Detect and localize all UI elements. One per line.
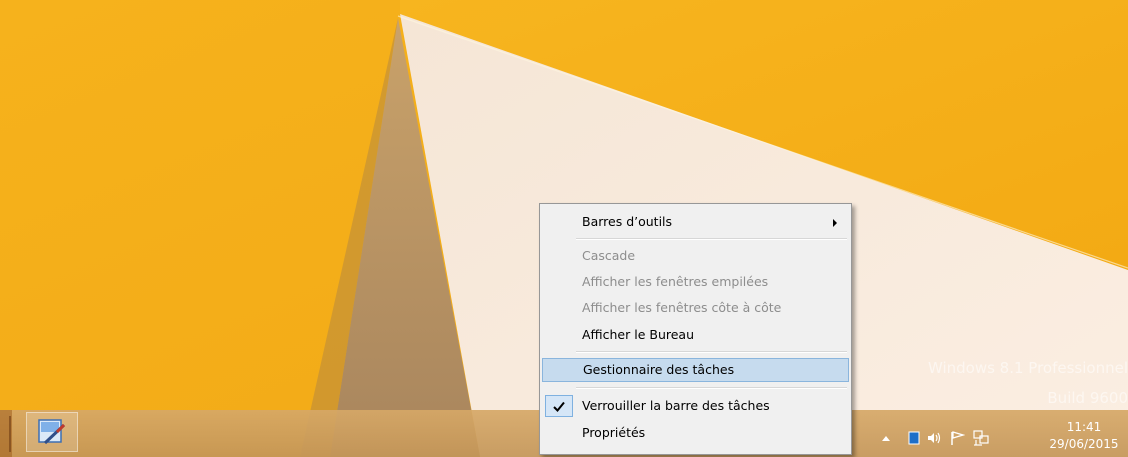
menu-item-toolbars[interactable]: Barres d’outils <box>542 210 849 234</box>
watermark-build: Build 9600 <box>1047 389 1128 407</box>
battery-icon[interactable] <box>905 430 923 446</box>
paint-brush-icon <box>38 419 66 445</box>
checkmark-icon <box>545 395 573 417</box>
menu-separator <box>576 351 847 353</box>
menu-item-show-desktop[interactable]: Afficher le Bureau <box>542 323 849 347</box>
menu-item-lock-taskbar[interactable]: Verrouiller la barre des tâches <box>542 394 849 418</box>
taskbar-left-edge <box>0 410 12 457</box>
taskbar-app-button[interactable] <box>26 412 78 452</box>
menu-item-cascade[interactable]: Cascade <box>542 244 849 268</box>
flag-icon[interactable] <box>948 430 966 446</box>
menu-item-task-manager[interactable]: Gestionnaire des tâches <box>542 358 849 382</box>
chevron-up-icon[interactable] <box>877 430 895 446</box>
menu-item-stacked-windows[interactable]: Afficher les fenêtres empilées <box>542 270 849 294</box>
watermark-edition: Windows 8.1 Professionnel <box>927 359 1128 377</box>
menu-item-side-by-side[interactable]: Afficher les fenêtres côte à côte <box>542 296 849 320</box>
volume-icon[interactable] <box>925 430 943 446</box>
menu-separator <box>576 387 847 389</box>
menu-item-properties[interactable]: Propriétés <box>542 421 849 445</box>
submenu-arrow-icon <box>833 219 837 227</box>
network-icon[interactable] <box>972 430 990 446</box>
clock-date: 29/06/2015 <box>1049 437 1119 451</box>
taskbar-context-menu: Barres d’outils Cascade Afficher les fen… <box>539 203 852 455</box>
taskbar-clock[interactable]: 11:41 29/06/2015 <box>1040 419 1128 453</box>
clock-time: 11:41 <box>1066 420 1102 434</box>
menu-separator <box>576 238 847 240</box>
